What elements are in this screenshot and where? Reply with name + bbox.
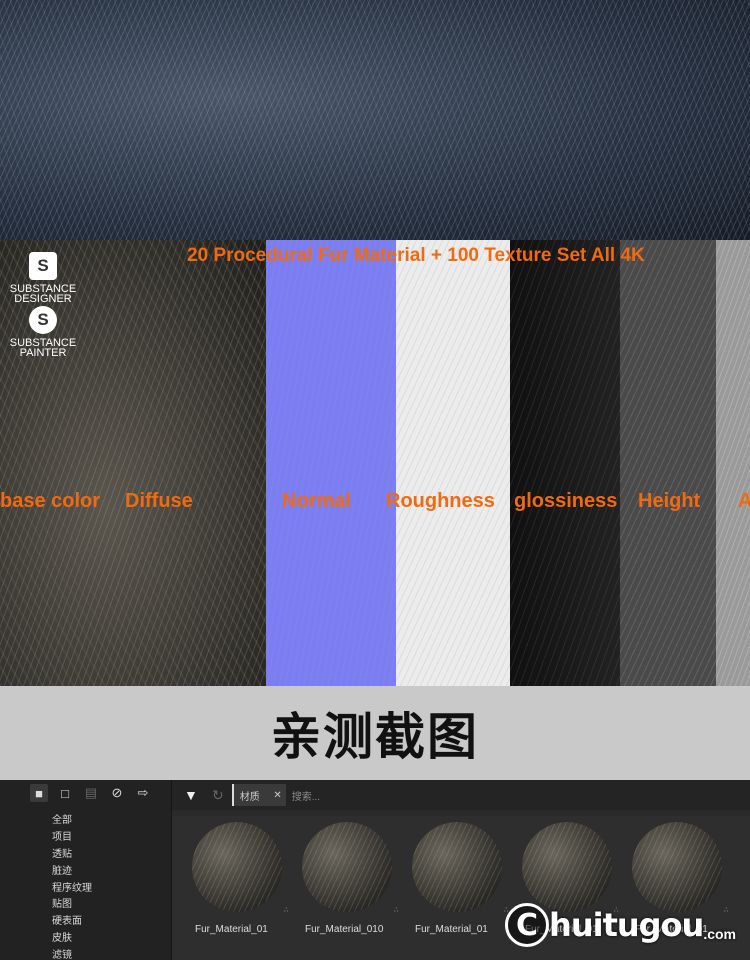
label-diffuse: Diffuse: [125, 490, 193, 512]
fur-hero-image: [0, 0, 750, 240]
category-item[interactable]: 滤镜: [52, 948, 92, 960]
site-watermark: C huitugou .com: [505, 900, 736, 950]
category-item[interactable]: 贴图: [52, 897, 92, 914]
search-input[interactable]: 搜索...: [292, 788, 320, 803]
database-icon[interactable]: ▤: [82, 784, 100, 802]
watermark-text: huitugou: [549, 906, 704, 944]
filter-icon[interactable]: ▼: [184, 788, 198, 802]
normal-map-panel: [266, 240, 396, 686]
product-title: 20 Procedural Fur Material + 100 Texture…: [187, 245, 645, 266]
screenshot-banner: 亲测截图: [0, 686, 750, 780]
substance-designer-logo: SUBSTANCE DESIGNER: [8, 252, 78, 305]
label-roughness: Roughness: [386, 490, 495, 512]
new-folder-icon[interactable]: □: [56, 784, 74, 802]
texture-map-strip: SUBSTANCE DESIGNER SUBSTANCE PAINTER 20 …: [0, 240, 750, 686]
category-tree: 全部 项目 透贴 脏迹 程序纹理 贴图 硬表面 皮肤 滤镜: [52, 813, 92, 960]
import-icon[interactable]: ⇨: [134, 784, 152, 802]
folder-icon[interactable]: ■: [30, 784, 48, 802]
material-thumbnail: [522, 822, 612, 912]
filter-tag-label: 材质: [239, 791, 260, 803]
label-normal: Normal: [282, 490, 351, 512]
category-item[interactable]: 透贴: [52, 847, 92, 864]
filter-bar: ▼ ↻ 材质 ✕ 搜索...: [172, 780, 750, 810]
material-thumbnail: [632, 822, 722, 912]
material-name: Fur_Material_010: [305, 924, 384, 935]
height-map-panel: [620, 240, 716, 686]
category-item[interactable]: 程序纹理: [52, 881, 92, 898]
category-item[interactable]: 全部: [52, 813, 92, 830]
category-item[interactable]: 脏迹: [52, 864, 92, 881]
material-tile[interactable]: ∴ Fur_Material_01: [180, 816, 288, 946]
ao-map-panel: [716, 240, 750, 686]
filter-tag[interactable]: 材质 ✕: [231, 784, 286, 806]
watermark-logo-icon: C: [505, 903, 550, 947]
category-item[interactable]: 皮肤: [52, 931, 92, 948]
material-name: Fur_Material_01: [415, 924, 488, 935]
substance-designer-icon: [29, 252, 57, 280]
close-icon[interactable]: ✕: [273, 790, 281, 801]
glossiness-map-panel: [510, 240, 620, 686]
material-name: Fur_Material_01: [195, 924, 268, 935]
label-base-color: base color: [0, 490, 101, 512]
library-sidebar: ■ □ ▤ ⊘ ⇨ 全部 项目 透贴 脏迹 程序纹理 贴图 硬表面 皮肤 滤镜: [0, 780, 172, 960]
label-ao-partial: A: [738, 490, 750, 512]
material-tile[interactable]: ∴ Fur_Material_01: [400, 816, 508, 946]
material-thumbnail: [302, 822, 392, 912]
refresh-icon[interactable]: ↻: [212, 787, 224, 804]
material-thumbnail: [412, 822, 502, 912]
material-thumbnail: [192, 822, 282, 912]
label-glossiness: glossiness: [514, 490, 618, 512]
substance-painter-icon: [29, 306, 57, 334]
page: SUBSTANCE DESIGNER SUBSTANCE PAINTER 20 …: [0, 0, 750, 960]
banner-text: 亲测截图: [271, 708, 479, 766]
substance-painter-logo: SUBSTANCE PAINTER: [8, 306, 78, 359]
category-item[interactable]: 项目: [52, 830, 92, 847]
roughness-map-panel: [396, 240, 510, 686]
more-icon[interactable]: ∴: [284, 906, 288, 914]
hide-icon[interactable]: ⊘: [108, 784, 126, 802]
more-icon[interactable]: ∴: [394, 906, 398, 914]
label-height: Height: [638, 490, 701, 512]
watermark-domain: .com: [703, 926, 736, 942]
material-tile[interactable]: ∴ Fur_Material_010: [290, 816, 398, 946]
sidebar-toolbar: ■ □ ▤ ⊘ ⇨: [30, 784, 152, 802]
category-item[interactable]: 硬表面: [52, 914, 92, 931]
